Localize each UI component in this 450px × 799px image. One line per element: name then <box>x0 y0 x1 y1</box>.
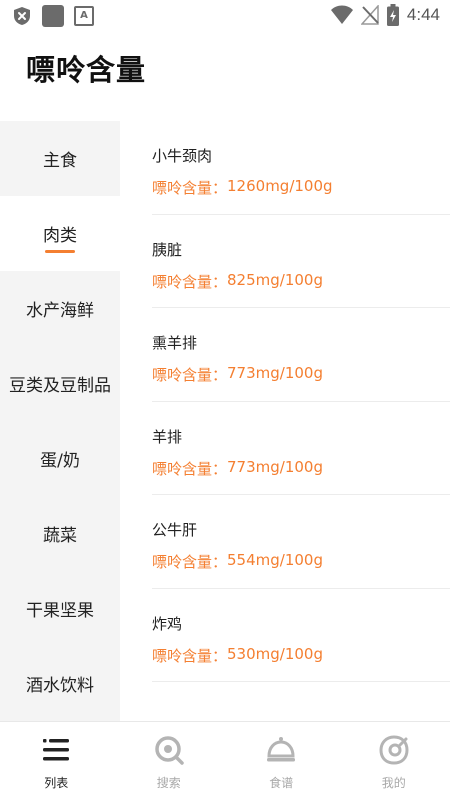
purine-amount: 1260mg/100g <box>227 177 333 195</box>
list-item[interactable]: 胰脏 嘌呤含量： 825mg/100g <box>152 215 450 308</box>
purine-value: 嘌呤含量： 530mg/100g <box>152 645 323 666</box>
nav-label-search: 搜索 <box>156 776 181 790</box>
battery-charging-icon <box>386 4 399 26</box>
category-item-drinks[interactable]: 酒水饮料 <box>0 646 120 721</box>
purine-value: 嘌呤含量： 773mg/100g <box>152 364 323 385</box>
purine-value: 嘌呤含量： 773mg/100g <box>152 458 323 479</box>
food-name: 熏羊排 <box>152 334 198 352</box>
status-bar-right: 4:44 <box>330 4 440 26</box>
nav-label-list: 列表 <box>44 776 69 790</box>
category-label: 蔬菜 <box>43 526 77 546</box>
nav-item-search[interactable]: 搜索 <box>113 722 226 799</box>
category-item-seafood[interactable]: 水产海鲜 <box>0 271 120 346</box>
category-label: 水产海鲜 <box>26 301 94 321</box>
purine-amount: 530mg/100g <box>227 644 323 663</box>
list-icon <box>43 739 70 761</box>
app-square-icon <box>42 5 64 27</box>
nav-item-profile[interactable]: 我的 <box>338 722 450 799</box>
purine-prefix: 嘌呤含量： <box>152 459 228 478</box>
category-item-egg-milk[interactable]: 蛋/奶 <box>0 421 120 496</box>
purine-value: 嘌呤含量： 1260mg/100g <box>152 177 333 198</box>
category-item-beans[interactable]: 豆类及豆制品 <box>0 346 120 421</box>
food-list: 小牛颈肉 嘌呤含量： 1260mg/100g 胰脏 嘌呤含量： 825mg/100g… <box>120 121 450 721</box>
purine-amount: 773mg/100g <box>227 364 323 382</box>
bottom-nav: 列表 搜索 食谱 我的 <box>0 721 450 799</box>
list-item[interactable]: 熏羊排 嘌呤含量： 773mg/100g <box>152 308 450 402</box>
category-item-nuts[interactable]: 干果坚果 <box>0 571 120 646</box>
shield-x-icon <box>14 7 30 25</box>
nav-item-recipes[interactable]: 食谱 <box>225 722 338 799</box>
purine-prefix: 嘌呤含量： <box>152 553 228 571</box>
food-name: 公牛肝 <box>152 521 198 539</box>
category-label: 酒水饮料 <box>26 676 94 696</box>
app-screen: A 4:44 嘌呤含量 主食 肉类 水产海鲜 豆类及豆制品 蛋/奶 蔬菜 干果坚… <box>0 0 450 799</box>
wifi-icon <box>330 5 353 24</box>
category-label: 主食 <box>43 151 77 171</box>
category-item-vegetables[interactable]: 蔬菜 <box>0 496 120 571</box>
status-bar-left: A <box>12 5 94 27</box>
no-signal-icon <box>360 5 379 25</box>
active-category-indicator <box>45 250 75 253</box>
category-item-staple[interactable]: 主食 <box>0 121 120 196</box>
food-name: 小牛颈肉 <box>152 147 213 165</box>
category-item-meat[interactable]: 肉类 <box>0 196 120 271</box>
search-icon <box>155 736 184 765</box>
nav-label-profile: 我的 <box>381 776 406 790</box>
purine-amount: 773mg/100g <box>227 457 323 476</box>
food-name: 羊排 <box>152 427 183 446</box>
purine-amount: 825mg/100g <box>227 270 323 289</box>
list-item[interactable]: 炸鸡 嘌呤含量： 530mg/100g <box>152 589 450 682</box>
status-time: 4:44 <box>406 5 440 24</box>
list-item[interactable]: 小牛颈肉 嘌呤含量： 1260mg/100g <box>152 121 450 215</box>
list-item[interactable]: 公牛肝 嘌呤含量： 554mg/100g <box>152 495 450 589</box>
food-name: 胰脏 <box>152 240 183 259</box>
a-box-icon: A <box>74 6 94 26</box>
cloche-icon <box>267 737 296 762</box>
category-label: 肉类 <box>43 226 77 246</box>
purine-value: 嘌呤含量： 554mg/100g <box>152 551 323 572</box>
nav-item-list[interactable]: 列表 <box>0 722 113 799</box>
food-name: 炸鸡 <box>152 614 183 633</box>
category-label: 干果坚果 <box>26 601 94 621</box>
purine-prefix: 嘌呤含量： <box>152 272 228 291</box>
category-label: 蛋/奶 <box>40 451 80 471</box>
category-sidebar: 主食 肉类 水产海鲜 豆类及豆制品 蛋/奶 蔬菜 干果坚果 酒水饮料 <box>0 121 120 721</box>
purine-prefix: 嘌呤含量： <box>152 366 228 384</box>
purine-value: 嘌呤含量： 825mg/100g <box>152 271 323 292</box>
list-item[interactable]: 羊排 嘌呤含量： 773mg/100g <box>152 402 450 495</box>
purine-prefix: 嘌呤含量： <box>152 179 228 197</box>
profile-icon <box>379 735 409 765</box>
category-label: 豆类及豆制品 <box>9 376 111 396</box>
purine-amount: 554mg/100g <box>227 551 323 569</box>
page-title: 嘌呤含量 <box>26 53 147 87</box>
purine-prefix: 嘌呤含量： <box>152 646 228 665</box>
status-bar: A 4:44 <box>0 0 450 32</box>
nav-label-recipes: 食谱 <box>269 776 294 790</box>
